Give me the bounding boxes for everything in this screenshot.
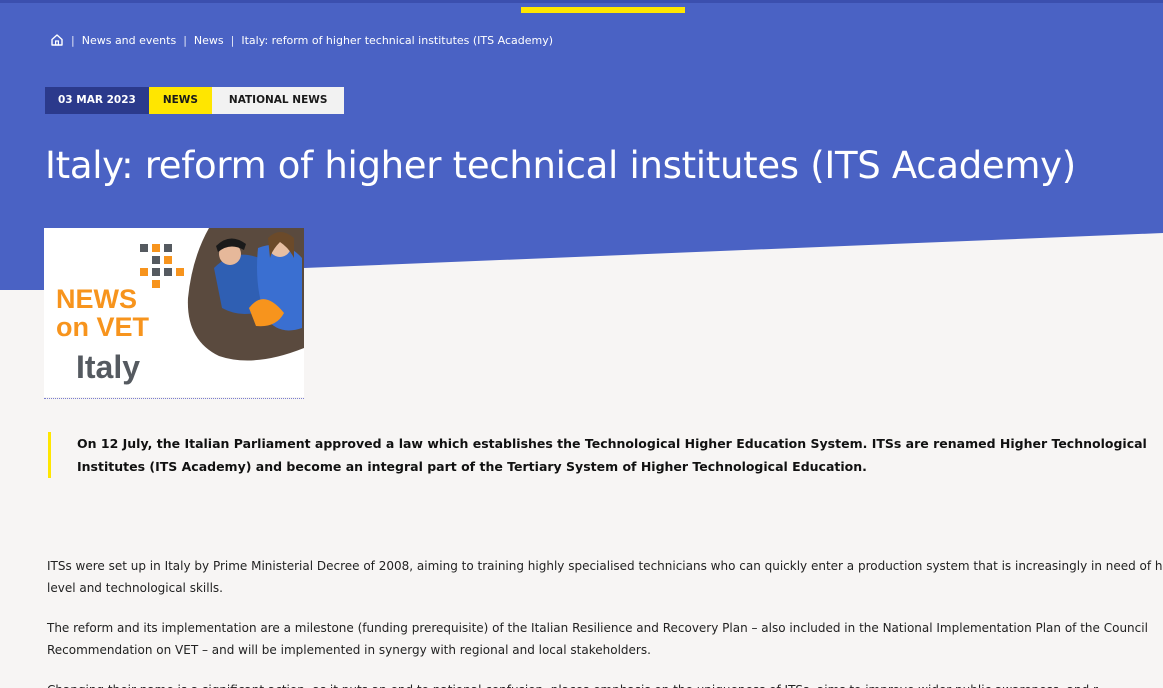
students-photo bbox=[187, 228, 304, 361]
page-root: | News and events | News | Italy: reform… bbox=[0, 0, 1163, 688]
breadcrumb-separator: | bbox=[71, 33, 75, 47]
thumb-on-vet-text: on VET bbox=[56, 312, 150, 342]
article-paragraph: The reform and its implementation are a … bbox=[47, 621, 1148, 657]
active-nav-indicator bbox=[521, 7, 685, 13]
article-tags: 03 MAR 2023 NEWS NATIONAL NEWS bbox=[45, 87, 345, 114]
breadcrumb-separator: | bbox=[183, 33, 187, 47]
article-paragraph: ITSs were set up in Italy by Prime Minis… bbox=[47, 559, 1163, 595]
thumb-italy-text: Italy bbox=[76, 349, 140, 385]
article-paragraph: Changing their name is a significant act… bbox=[47, 679, 1163, 688]
article-lead: On 12 July, the Italian Parliament appro… bbox=[48, 432, 1163, 478]
type-tag[interactable]: NEWS bbox=[148, 87, 212, 114]
breadcrumb: | News and events | News | Italy: reform… bbox=[50, 32, 553, 48]
home-icon[interactable] bbox=[50, 33, 64, 47]
breadcrumb-separator: | bbox=[230, 33, 235, 47]
news-on-vet-italy-image: NEWS on VET Italy bbox=[44, 228, 304, 397]
breadcrumb-news[interactable]: News bbox=[194, 34, 224, 47]
breadcrumb-current: Italy: reform of higher technical instit… bbox=[241, 33, 554, 47]
date-tag: 03 MAR 2023 bbox=[45, 87, 149, 114]
category-tag[interactable]: NATIONAL NEWS bbox=[211, 87, 345, 114]
thumb-news-text: NEWS bbox=[56, 284, 137, 314]
image-caption-divider bbox=[44, 398, 304, 399]
breadcrumb-news-and-events[interactable]: News and events bbox=[82, 34, 176, 47]
top-border bbox=[0, 0, 1163, 3]
page-title: Italy: reform of higher technical instit… bbox=[45, 144, 1076, 187]
